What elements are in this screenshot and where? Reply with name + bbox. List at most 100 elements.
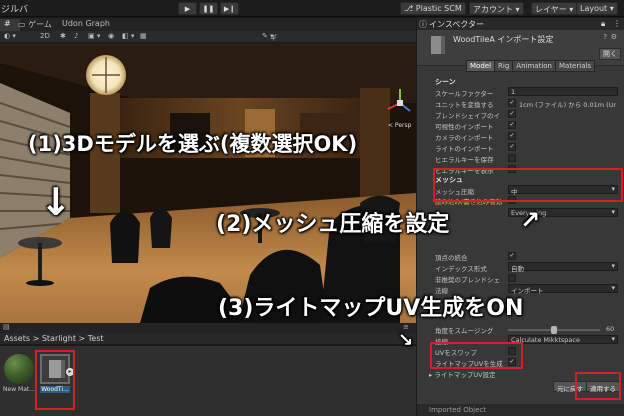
convert-units-value: 1cm (ファイル) から 0.01m (Ur — [519, 101, 617, 109]
up-right-arrow-icon: ↗ — [520, 206, 541, 234]
shading-mode-icon[interactable]: ◐ ▾ — [4, 32, 16, 40]
game-tab-icon: ▭ — [18, 20, 29, 29]
convert-units-checkbox[interactable]: ✓ — [508, 99, 516, 107]
smoothing-angle-slider[interactable] — [508, 326, 600, 334]
convert-units-label: ユニットを変換する — [435, 101, 494, 109]
tab-udon-graph[interactable]: Udon Graph — [58, 19, 114, 31]
toolbar-left-label: ジルバ — [1, 5, 29, 15]
weld-vertices-checkbox[interactable]: ✓ — [508, 252, 516, 260]
tab-materials[interactable]: Materials — [554, 60, 596, 72]
index-format-label: インデックス形式 — [435, 265, 487, 273]
cameras-checkbox[interactable]: ✓ — [508, 132, 516, 140]
visibility-toggle-icon[interactable]: ◉ — [108, 32, 114, 40]
inspector-tab[interactable]: ⓘ インスペクター 🔒︎ ⋮ — [417, 18, 624, 30]
tab-udon-graph-label: Udon Graph — [62, 19, 110, 28]
scene-tabbar: # ▭ ゲーム Udon Graph — [0, 18, 416, 31]
material-sphere-icon — [4, 354, 34, 384]
model-icon — [431, 36, 445, 54]
pause-icon: ❚❚ — [202, 4, 215, 13]
asset-label: New Mat... — [3, 386, 35, 393]
plastic-scm-label: Plastic SCM — [415, 4, 462, 13]
playback-controls: ▶ ❚❚ ▶❙ — [178, 2, 239, 15]
import-subtabs: Model Rig Animation Materials — [466, 60, 596, 72]
layout-dropdown[interactable]: Layout ▾ — [576, 2, 618, 15]
step-icon: ▶❙ — [223, 4, 236, 13]
asset-new-material[interactable]: New Mat... — [2, 354, 36, 393]
layers-label: レイヤー ▾ — [535, 5, 574, 14]
tab-game-label: ゲーム — [28, 20, 52, 29]
layout-label: Layout ▾ — [580, 4, 614, 13]
normals-dropdown[interactable]: インポート — [508, 284, 618, 295]
tab-animation[interactable]: Animation — [512, 60, 556, 72]
legacy-blend-checkbox[interactable] — [508, 274, 516, 282]
play-button[interactable]: ▶ — [178, 2, 197, 15]
camera-settings-icon[interactable]: ◧ ▾ — [122, 32, 134, 40]
lights-label: ライトのインポート — [435, 145, 494, 153]
tab-model[interactable]: Model — [466, 60, 496, 72]
project-assets-area: New Mat... WoodTi... ▸ — [0, 346, 416, 416]
blendshapes-label: ブレンドシェイプのイ — [435, 112, 500, 120]
tab-game[interactable]: ▭ ゲーム — [14, 19, 56, 31]
annotation-step1: (1)3Dモデルを選ぶ(複数選択OK) — [28, 132, 358, 156]
scale-factor-label: スケールファクター — [435, 90, 494, 98]
scale-factor-value: 1 — [511, 88, 516, 96]
down-arrow-icon: ↓ — [40, 180, 72, 224]
inspector-title: WoodTileA インポート設定 — [453, 35, 554, 44]
info-icon: ⓘ — [419, 20, 427, 29]
annotation-step2: (2)メッシュ圧縮を設定 — [216, 212, 450, 237]
blendshapes-checkbox[interactable]: ✓ — [508, 110, 516, 118]
lightmap-uv-highlight — [430, 342, 523, 369]
cameras-label: カメラのインポート — [435, 134, 494, 142]
tangents-dropdown[interactable]: Calculate Mikktspace — [508, 335, 618, 344]
pause-button[interactable]: ❚❚ — [199, 2, 218, 15]
main-toolbar: ジルバ ▶ ❚❚ ▶❙ ⎇ Plastic SCM アカウント ▾ レイヤー ▾… — [0, 0, 624, 17]
imported-object-header: Imported Object — [417, 404, 624, 416]
slider-knob[interactable] — [551, 326, 557, 334]
layers-dropdown[interactable]: レイヤー ▾ — [531, 2, 578, 15]
scene-view-toolbar: ◐ ▾ 2D ✱ ♪ ▣ ▾ ◉ ◧ ▾ ▦ ✎ ギズモ ▾ — [0, 31, 416, 62]
grid-toggle-icon[interactable]: ▦ — [140, 32, 147, 40]
annotation-step3: (3)ライトマップUV生成をON — [218, 296, 524, 321]
smoothing-angle-label: 角度をスムージング — [435, 327, 494, 335]
settings-icon[interactable]: ⚙ — [611, 33, 617, 41]
index-format-dropdown[interactable]: 自動 — [508, 262, 618, 273]
scene-section-header: シーン — [435, 78, 456, 86]
lighting-toggle-icon[interactable]: ✱ — [60, 32, 66, 40]
preserve-hierarchy-checkbox[interactable] — [508, 154, 516, 162]
step-button[interactable]: ▶❙ — [220, 2, 239, 15]
weld-vertices-label: 頂点の統合 — [435, 254, 468, 262]
play-icon: ▶ — [184, 4, 191, 13]
branch-icon: ⎇ — [404, 4, 416, 13]
gizmos-dropdown[interactable]: ✎ ギズモ ▾ — [262, 32, 277, 62]
effects-toggle-icon[interactable]: ▣ ▾ — [88, 32, 100, 40]
persp-label[interactable]: < Persp — [388, 122, 411, 129]
asset-highlight-box — [35, 350, 75, 410]
project-tabbar: ▤ ≡ — [0, 323, 416, 333]
2d-toggle[interactable]: 2D — [40, 32, 50, 40]
visibility-checkbox[interactable]: ✓ — [508, 121, 516, 129]
audio-toggle-icon[interactable]: ♪ — [74, 32, 78, 40]
plastic-scm-button[interactable]: ⎇ Plastic SCM — [400, 2, 466, 15]
scene-tab-icon: # — [4, 19, 11, 28]
scale-factor-field[interactable]: 1 — [508, 87, 618, 96]
tab-rig[interactable]: Rig — [494, 60, 514, 72]
down-right-arrow-icon: ↘ — [398, 330, 414, 351]
index-format-value: 自動 — [511, 265, 524, 273]
lightmap-settings-label: ライトマップUV設定 — [434, 371, 496, 379]
apply-button-highlight — [575, 372, 621, 400]
inspector-tab-label: インスペクター — [429, 20, 484, 29]
help-icon[interactable]: ? — [603, 33, 607, 41]
lock-icon[interactable]: 🔒︎ — [601, 19, 605, 29]
visibility-label: 可視性のインポート — [435, 123, 494, 131]
account-dropdown[interactable]: アカウント ▾ — [469, 2, 524, 15]
lightmap-settings-foldout[interactable]: ▸ ライトマップUV設定 — [429, 369, 496, 379]
smoothing-angle-value: 60 — [606, 325, 615, 333]
open-button[interactable]: 開く — [599, 48, 621, 60]
lock-icon[interactable]: ▤ — [3, 323, 10, 331]
legacy-blend-label: 非推奨のブレンドシェ — [435, 276, 500, 284]
mesh-compression-highlight — [433, 168, 623, 202]
breadcrumb[interactable]: Assets > Starlight > Test — [0, 333, 416, 345]
menu-icon[interactable]: ⋮ — [613, 19, 621, 28]
lights-checkbox[interactable]: ✓ — [508, 143, 516, 151]
account-label: アカウント ▾ — [473, 5, 520, 14]
